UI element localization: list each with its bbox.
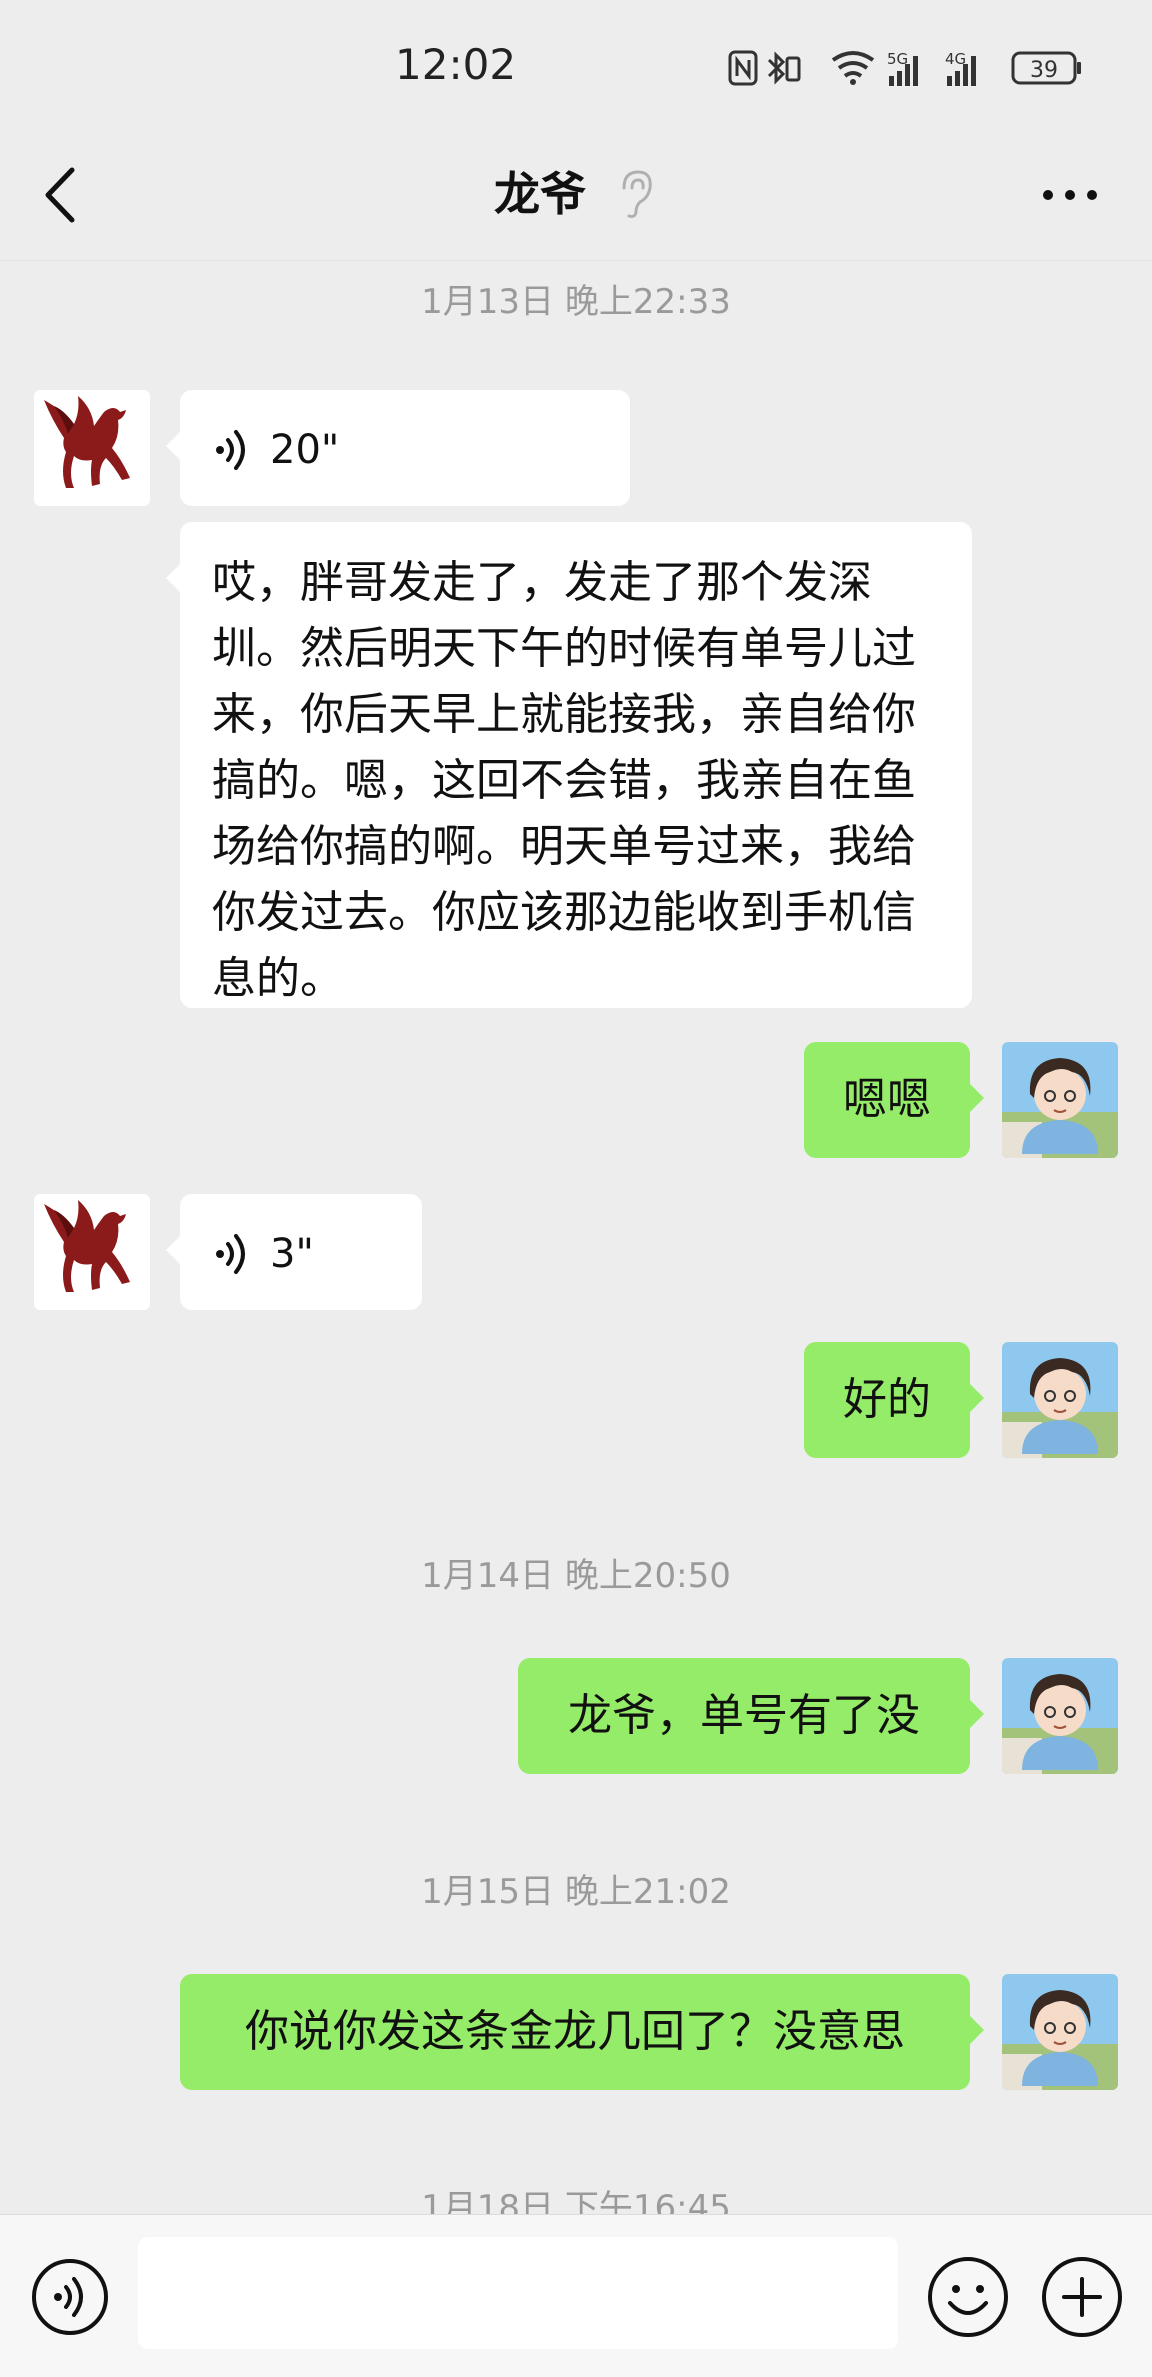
timestamp: 1月13日 晚上22:33 xyxy=(421,282,731,322)
pegasus-avatar[interactable] xyxy=(34,390,150,506)
cartoon-girl-avatar[interactable] xyxy=(1002,1342,1118,1458)
text-message-bubble[interactable]: 嗯嗯 xyxy=(804,1042,984,1158)
message-text: 哎，胖哥发走了，发走了那个发深圳。然后明天下午的时候有单号儿过来，你后天早上就能… xyxy=(212,557,916,1004)
input-bar xyxy=(0,2214,1152,2377)
text-message-bubble[interactable]: 龙爷，单号有了没 xyxy=(518,1658,984,1774)
text-message-bubble[interactable]: 你说你发这条金龙几回了？没意思 xyxy=(180,1974,984,2090)
message-input[interactable] xyxy=(138,2237,898,2349)
message-text: 你说你发这条金龙几回了？没意思 xyxy=(245,2006,905,2057)
chat-header: 龙爷 xyxy=(0,130,1152,261)
cartoon-girl-avatar[interactable] xyxy=(1002,1974,1118,2090)
status-icons: 5G 4G 39 xyxy=(728,50,1081,86)
ear-icon xyxy=(622,170,652,218)
voice-message-bubble[interactable]: 3" xyxy=(166,1194,422,1310)
signal-4g-icon: 4G xyxy=(945,50,976,86)
nfc-icon xyxy=(728,50,758,86)
signal-5g-icon: 5G xyxy=(887,50,918,86)
pegasus-avatar[interactable] xyxy=(34,1194,150,1310)
more-icon[interactable] xyxy=(1030,160,1120,230)
text-message-bubble[interactable]: 好的 xyxy=(804,1342,984,1458)
emoji-icon[interactable] xyxy=(926,2255,1010,2339)
svg-text:5G: 5G xyxy=(887,50,908,68)
timestamp: 1月14日 晚上20:50 xyxy=(421,1556,731,1596)
text-message-bubble[interactable]: 哎，胖哥发走了，发走了那个发深圳。然后明天下午的时候有单号儿过来，你后天早上就能… xyxy=(166,522,972,1008)
voice-duration: 20" xyxy=(270,427,340,473)
svg-text:4G: 4G xyxy=(945,50,966,68)
voice-message-bubble[interactable]: 20" xyxy=(166,390,630,506)
voice-icon xyxy=(216,430,245,470)
chat-title: 龙爷 xyxy=(494,167,586,221)
message-text: 好的 xyxy=(843,1374,931,1425)
cartoon-girl-avatar[interactable] xyxy=(1002,1658,1118,1774)
voice-icon xyxy=(216,1234,245,1274)
bluetooth-icon xyxy=(767,51,801,85)
status-bar: 12:02 5G 4G 39 xyxy=(0,0,1152,130)
timestamp: 1月15日 晚上21:02 xyxy=(421,1872,731,1912)
battery-level: 39 xyxy=(1030,58,1058,83)
message-text: 龙爷，单号有了没 xyxy=(568,1690,920,1741)
cartoon-girl-avatar[interactable] xyxy=(1002,1042,1118,1158)
wifi-icon xyxy=(831,51,875,85)
status-time: 12:02 xyxy=(395,40,517,89)
battery-icon: 39 xyxy=(1011,51,1081,85)
voice-duration: 3" xyxy=(270,1231,314,1277)
voice-toggle-icon[interactable] xyxy=(30,2257,110,2337)
message-text: 嗯嗯 xyxy=(843,1074,931,1125)
plus-icon[interactable] xyxy=(1040,2255,1124,2339)
